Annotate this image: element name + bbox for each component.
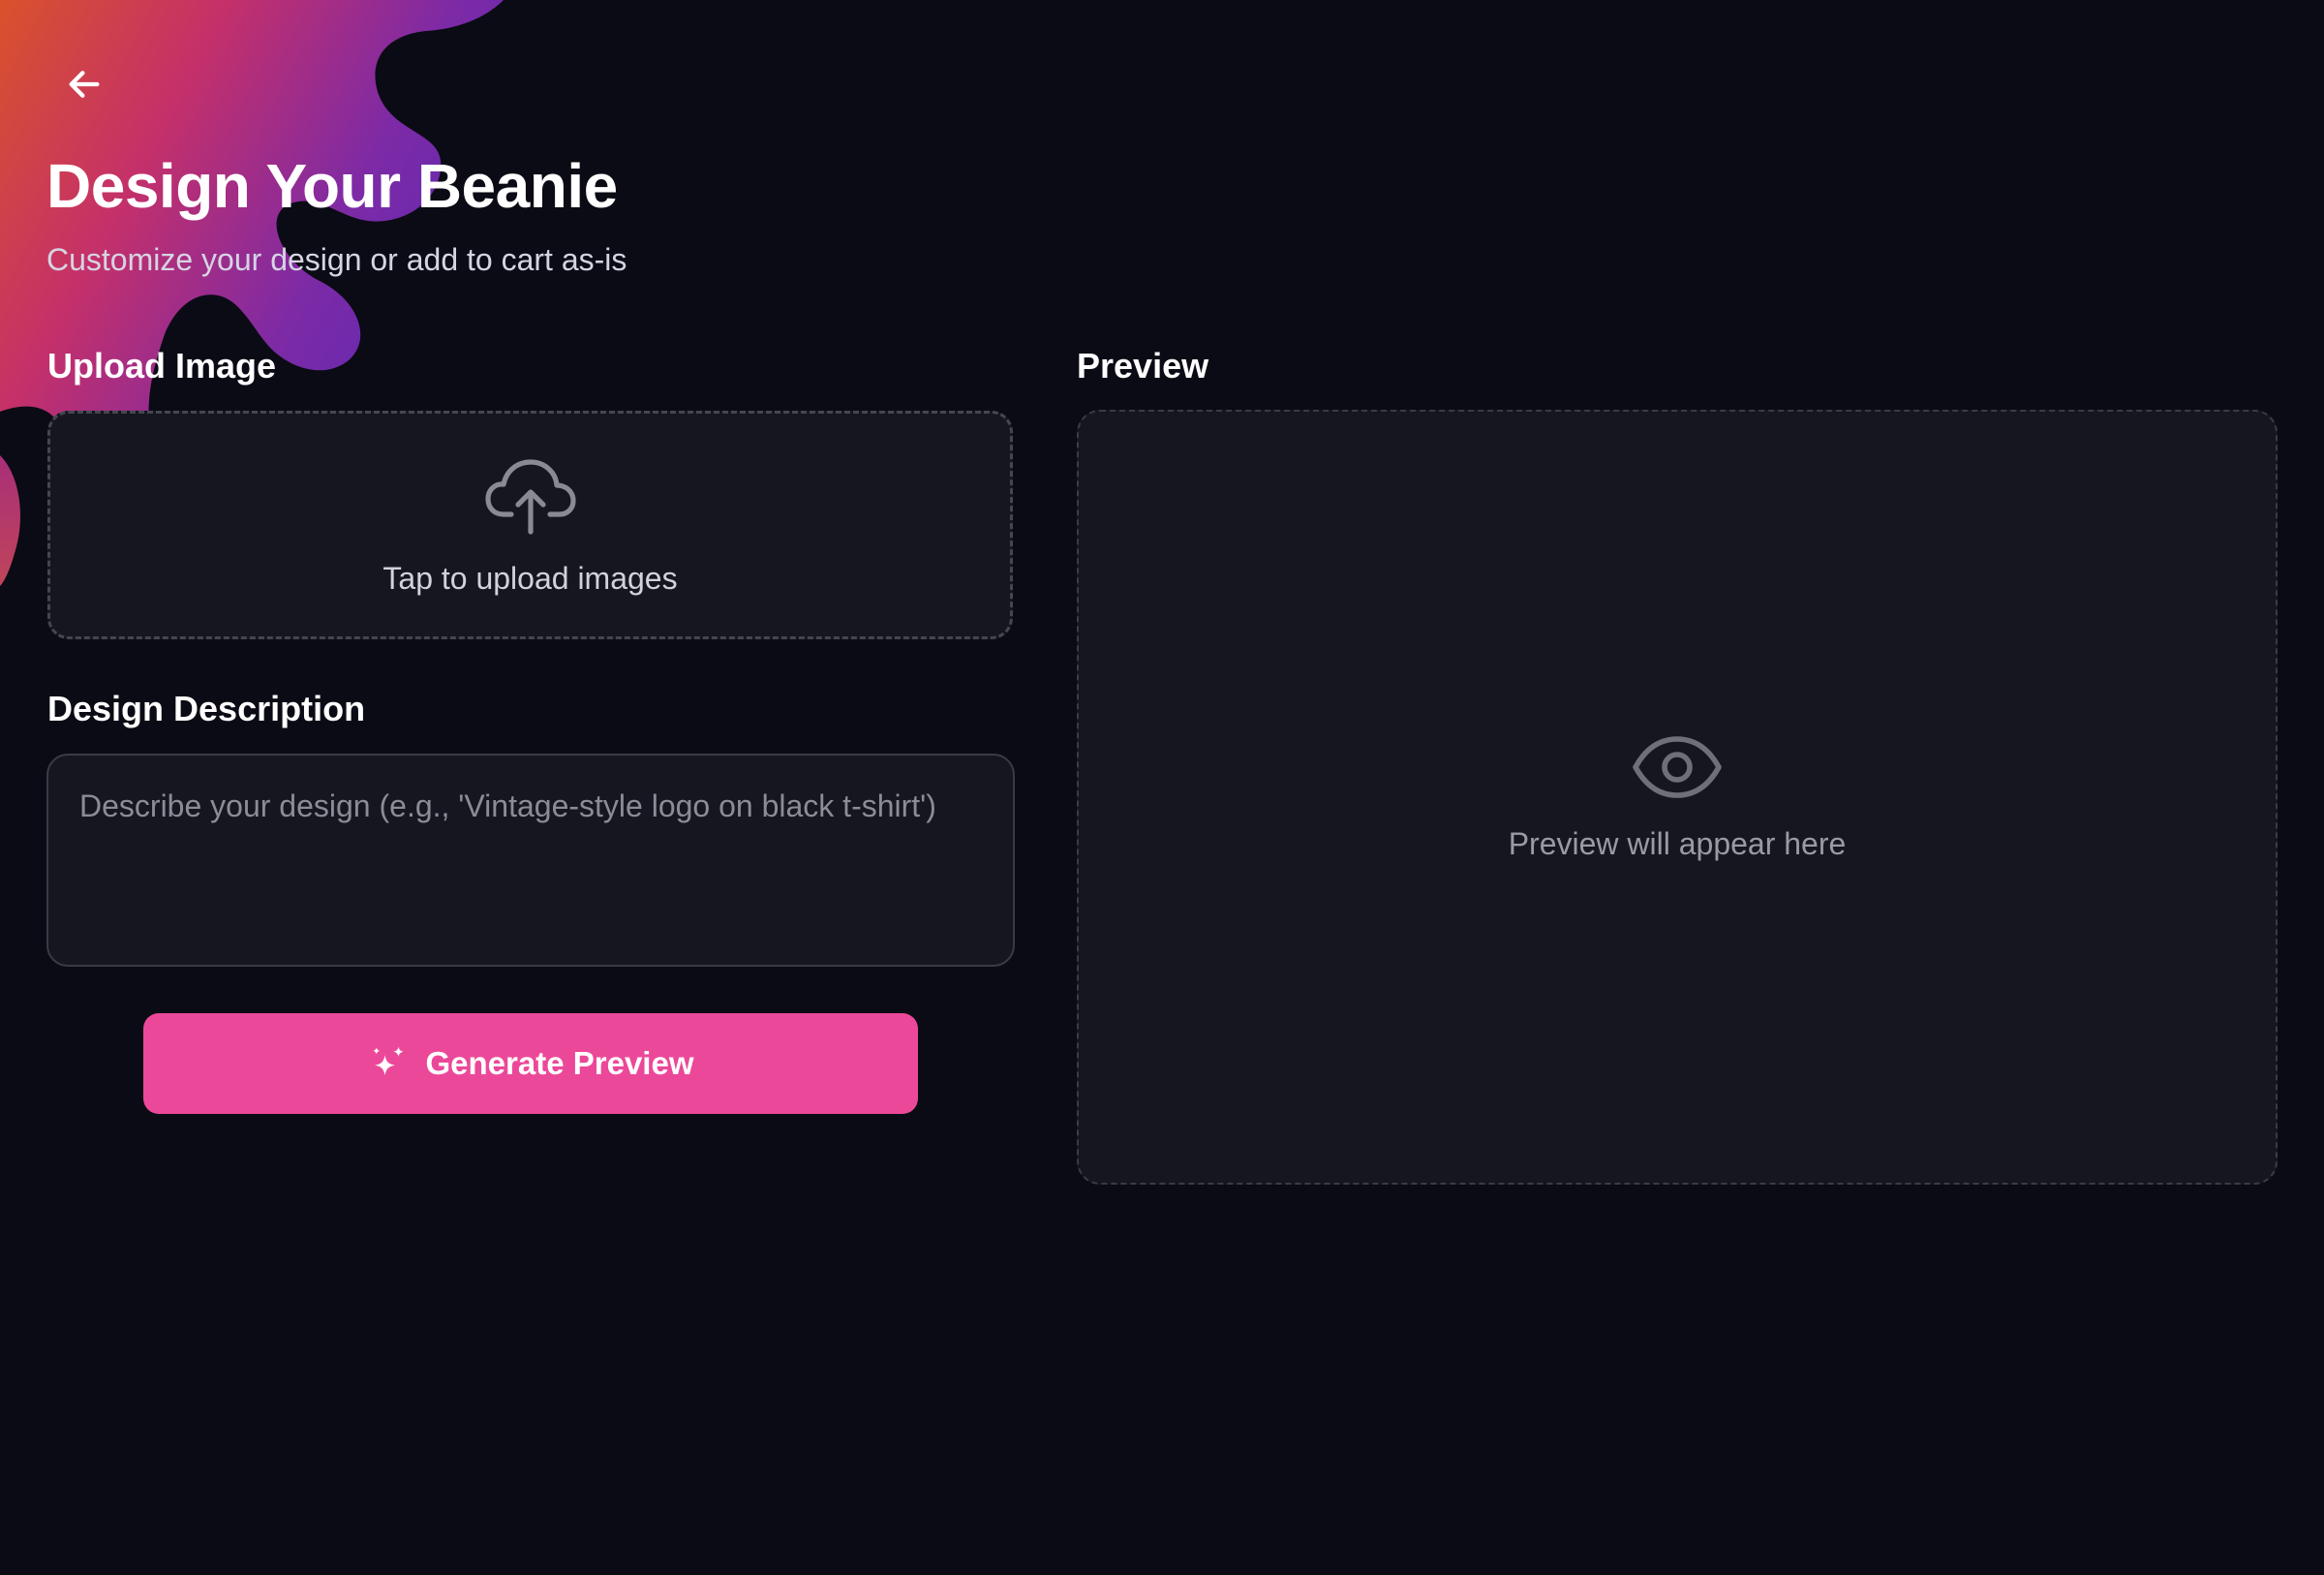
cloud-upload-icon (484, 458, 576, 535)
design-description-label: Design Description (47, 689, 366, 728)
generate-preview-label: Generate Preview (425, 1045, 694, 1081)
preview-panel: Preview will appear here (1077, 410, 2278, 1185)
upload-image-dropzone[interactable]: Tap to upload images (47, 411, 1013, 639)
eye-icon (1633, 735, 1722, 798)
page-subtitle: Customize your design or add to cart as-… (46, 242, 627, 277)
design-beanie-page: Design Your Beanie Customize your design… (0, 0, 2324, 1575)
page-title: Design Your Beanie (46, 151, 618, 221)
sparkles-icon (372, 1046, 404, 1076)
generate-preview-button[interactable]: Generate Preview (143, 1013, 918, 1114)
upload-prompt: Tap to upload images (382, 560, 678, 596)
preview-placeholder-text: Preview will appear here (1508, 825, 1847, 861)
arrow-left-icon (69, 71, 100, 98)
upload-image-label: Upload Image (47, 346, 277, 386)
preview-label: Preview (1077, 346, 1209, 386)
back-button[interactable] (55, 55, 113, 113)
design-description-field[interactable] (46, 754, 1015, 967)
